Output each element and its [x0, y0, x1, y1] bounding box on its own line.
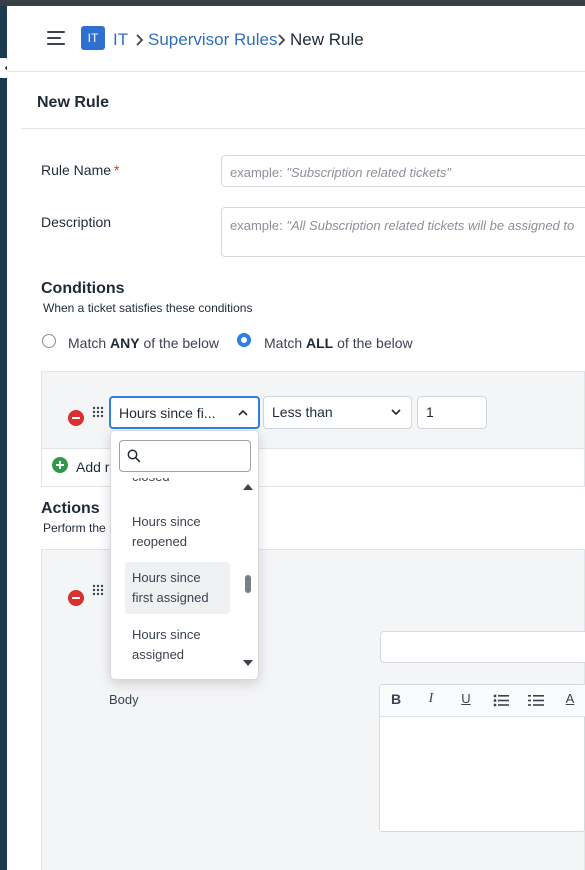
actions-subtitle: Perform the [43, 521, 106, 535]
add-condition-label[interactable]: Add r [76, 459, 109, 475]
match-all-label[interactable]: Match ALL of the below [264, 335, 413, 351]
chevron-down-icon [391, 409, 401, 416]
condition-operator-value: Less than [272, 404, 333, 420]
dropdown-option-highlighted[interactable]: Hours since first assigned [125, 562, 230, 614]
breadcrumb-current: New Rule [290, 30, 364, 49]
description-label: Description [41, 214, 112, 230]
numbered-list-icon[interactable] [528, 694, 544, 707]
remove-condition-button[interactable] [68, 410, 84, 426]
condition-field-select[interactable]: Hours since fi... [109, 396, 260, 429]
body-label: Body [109, 692, 139, 707]
rule-name-label: Rule Name * [41, 162, 120, 178]
dropdown-option[interactable]: Hours since reopened [125, 506, 230, 558]
underline-button[interactable]: U [456, 691, 476, 706]
breadcrumb-team[interactable]: IT [113, 30, 128, 50]
condition-operator-select[interactable]: Less than [263, 396, 412, 429]
drag-handle-icon[interactable] [92, 406, 104, 418]
bullet-list-icon[interactable] [493, 694, 509, 707]
conditions-title: Conditions [41, 280, 125, 297]
italic-button[interactable]: I [421, 691, 441, 707]
add-condition-icon[interactable] [52, 457, 68, 473]
menu-icon[interactable] [47, 30, 65, 46]
subject-input[interactable] [380, 631, 585, 663]
match-any-label[interactable]: Match ANY of the below [68, 335, 219, 351]
field-dropdown-menu: closed Hours since reopened Hours since … [110, 430, 259, 680]
remove-action-button[interactable] [68, 590, 84, 606]
page-title: New Rule [37, 94, 110, 111]
main-content: IT IT Supervisor Rules New Rule New Rule… [7, 6, 585, 870]
top-header: IT IT Supervisor Rules New Rule [7, 6, 585, 72]
required-marker: * [114, 162, 120, 178]
drag-handle-icon[interactable] [92, 584, 104, 596]
match-any-radio[interactable] [42, 334, 56, 348]
scroll-up-icon[interactable] [243, 484, 253, 490]
dropdown-option[interactable]: Hours since assigned [125, 619, 230, 671]
chevron-right-icon [278, 34, 286, 46]
dropdown-option-list: closed Hours since reopened Hours since … [111, 478, 247, 673]
conditions-subtitle: When a ticket satisfies these conditions [43, 301, 253, 315]
team-badge: IT [81, 26, 105, 50]
chevron-right-icon [136, 34, 144, 46]
collapsed-sidebar [0, 6, 7, 870]
rule-name-input[interactable]: example: "Subscription related tickets" [221, 155, 585, 187]
actions-title: Actions [41, 500, 100, 517]
condition-field-value: Hours since fi... [119, 405, 216, 421]
search-icon [127, 449, 141, 463]
bold-button[interactable]: B [386, 691, 406, 707]
body-editor[interactable]: B I U A [379, 684, 585, 832]
scroll-down-icon[interactable] [243, 660, 253, 666]
dropdown-search-input[interactable] [119, 440, 251, 472]
font-color-button[interactable]: A [560, 691, 580, 706]
dropdown-option[interactable]: closed [125, 478, 230, 493]
chevron-up-icon [238, 409, 248, 416]
breadcrumb-supervisor-rules[interactable]: Supervisor Rules [148, 30, 277, 50]
dropdown-scrollbar-thumb[interactable] [245, 575, 251, 593]
page-header: New Rule [21, 72, 585, 129]
condition-value-input[interactable]: 1 [417, 396, 487, 429]
match-all-radio[interactable] [237, 333, 251, 347]
editor-toolbar: B I U A [380, 685, 585, 717]
description-input[interactable]: example: "All Subscription related ticke… [221, 207, 585, 257]
